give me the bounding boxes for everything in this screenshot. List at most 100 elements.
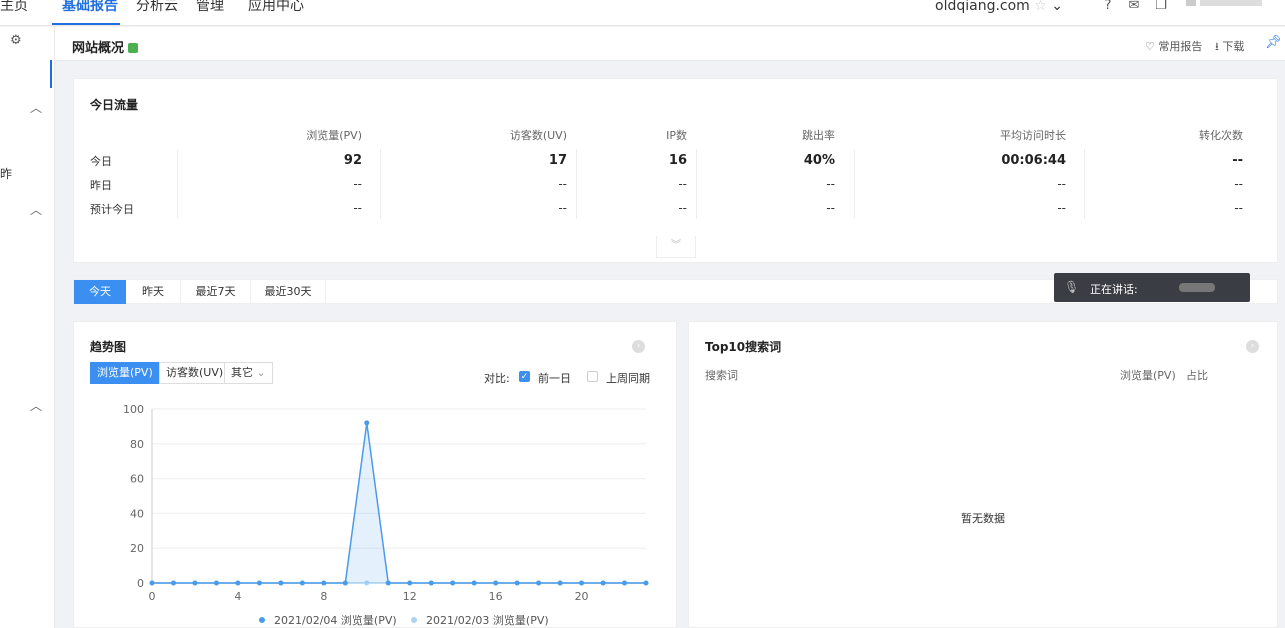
tab-last-7-days[interactable]: 最近7天: [181, 280, 251, 304]
data-point: [450, 580, 456, 586]
site-switcher[interactable]: oldqiang.com ☆ ⌄: [935, 0, 1063, 18]
series-line: [152, 422, 646, 584]
expand-button[interactable]: ︾: [656, 236, 696, 258]
x-tick-label: 20: [575, 590, 589, 603]
nav-manage[interactable]: 管理: [196, 0, 224, 18]
y-tick-label: 40: [130, 507, 144, 520]
rail-collapse-icon[interactable]: ︿: [30, 397, 42, 414]
trend-chart: 0 20 40 60 80 100 0 4 8 12 16 20 2021/02/04 浏览量(PV) 2…: [123, 403, 649, 627]
heart-icon: ♡: [1145, 40, 1155, 53]
row-forecast-label: 预计今日: [90, 203, 134, 216]
data-point: [428, 580, 434, 586]
today-bounce: 40%: [803, 153, 835, 168]
rail-collapse-icon[interactable]: ︿: [30, 99, 42, 116]
arrow-right-icon[interactable]: ›: [632, 340, 645, 353]
nav-basic-report[interactable]: 基础报告: [62, 0, 118, 18]
metric-uv-button[interactable]: 访客数(UV): [159, 362, 231, 384]
data-point: [342, 580, 348, 586]
metric-other-dropdown[interactable]: 其它 ⌄: [224, 362, 273, 384]
data-point: [579, 580, 585, 586]
row-yesterday-label: 昨日: [90, 179, 112, 192]
column-divider: [380, 149, 381, 219]
data-point: [407, 580, 413, 586]
page-title: 网站概况: [72, 37, 139, 56]
tab-today[interactable]: 今天: [74, 280, 126, 304]
forecast-bounce: --: [826, 201, 835, 215]
pin-icon[interactable]: 📌︎: [1265, 35, 1282, 50]
download-button[interactable]: ⭳ 下载: [1215, 38, 1244, 57]
data-point: [643, 580, 649, 586]
rail-collapse-icon[interactable]: ︿: [30, 201, 42, 218]
help-icon[interactable]: ?: [1100, 0, 1116, 14]
trend-title: 趋势图: [90, 340, 127, 354]
compare-prev-day-checkbox[interactable]: ✓: [519, 371, 530, 382]
data-point: [321, 580, 327, 586]
data-point: [235, 580, 241, 586]
compare-last-week-checkbox[interactable]: [587, 371, 598, 382]
empty-state: 暂无数据: [961, 512, 1005, 525]
top10-title: Top10搜索词: [705, 340, 782, 354]
data-point: [493, 580, 499, 586]
tab-yesterday[interactable]: 昨天: [126, 280, 181, 304]
traffic-title: 今日流量: [90, 98, 139, 112]
copy-icon[interactable]: ❐: [1153, 0, 1169, 14]
data-point: [192, 580, 198, 586]
y-tick-label: 100: [123, 403, 144, 416]
data-point: [557, 580, 563, 586]
star-icon[interactable]: ☆: [1034, 0, 1047, 14]
today-traffic-panel: 今日流量 浏览量(PV) 访客数(UV) IP数 跳出率 平均访问时长 转化次数…: [73, 78, 1278, 263]
column-divider: [1084, 149, 1085, 219]
data-point: [213, 580, 219, 586]
arrow-right-icon[interactable]: ›: [1246, 340, 1259, 353]
common-report-button[interactable]: ♡ 常用报告: [1145, 38, 1202, 54]
col-bounce: 跳出率: [802, 129, 835, 142]
speaking-label: 正在讲话:: [1090, 283, 1138, 296]
compare-last-week-label: 上周同期: [606, 372, 650, 385]
x-tick-label: 12: [403, 590, 417, 603]
trend-panel: 趋势图 › 浏览量(PV) 访客数(UV) 其它 ⌄ 对比: ✓ 前一日 上周同…: [73, 321, 677, 628]
today-avg-duration: 00:06:44: [1001, 153, 1066, 168]
column-divider: [854, 149, 855, 219]
data-point: [385, 580, 391, 586]
yesterday-avg-duration: --: [1057, 177, 1066, 191]
y-tick-label: 80: [130, 438, 144, 451]
nav-home[interactable]: 主页: [0, 0, 28, 18]
legend-marker: [411, 617, 417, 623]
today-conversions: --: [1232, 153, 1243, 168]
yesterday-ip: --: [678, 177, 687, 191]
mail-icon[interactable]: ✉: [1126, 0, 1142, 14]
x-tick-label: 16: [489, 590, 503, 603]
yesterday-uv: --: [558, 177, 567, 191]
metric-pv-button[interactable]: 浏览量(PV): [90, 362, 160, 384]
chevron-down-icon: ⌄: [1051, 0, 1064, 14]
nav-app-center[interactable]: 应用中心: [248, 0, 304, 18]
settings-icon[interactable]: ⚙: [10, 33, 22, 48]
speaking-indicator: 🎙︎ 正在讲话:: [1054, 273, 1250, 302]
data-point: [170, 580, 176, 586]
download-icon: ⭳: [1215, 40, 1219, 53]
yesterday-conversions: --: [1234, 177, 1243, 191]
rail-label: 昨: [0, 167, 13, 181]
series-area: [152, 422, 646, 583]
nav-active-indicator: [52, 23, 120, 25]
nav-analytics-cloud[interactable]: 分析云: [136, 0, 178, 18]
data-point: [514, 580, 520, 586]
top10-panel: Top10搜索词 › 搜索词 浏览量(PV) 占比 暂无数据: [688, 321, 1278, 628]
tab-last-30-days[interactable]: 最近30天: [251, 280, 326, 304]
today-pv: 92: [343, 153, 362, 168]
today-uv: 17: [548, 153, 567, 168]
x-tick-label: 4: [234, 590, 241, 603]
yesterday-bounce: --: [826, 177, 835, 191]
col-keyword: 搜索词: [705, 369, 738, 382]
user-name-blurred[interactable]: [1200, 0, 1262, 6]
left-rail: ⚙ ︿ 昨 ︿ ︿: [0, 27, 55, 628]
legend-label: 2021/02/04 浏览量(PV): [274, 613, 397, 627]
site-name: oldqiang.com: [935, 0, 1030, 14]
speaker-name-blurred: [1179, 283, 1215, 292]
forecast-uv: --: [558, 201, 567, 215]
user-icon[interactable]: [1186, 0, 1196, 6]
col-ip: IP数: [666, 129, 687, 142]
forecast-conversions: --: [1234, 201, 1243, 215]
column-divider: [576, 149, 577, 219]
column-divider: [696, 149, 697, 219]
